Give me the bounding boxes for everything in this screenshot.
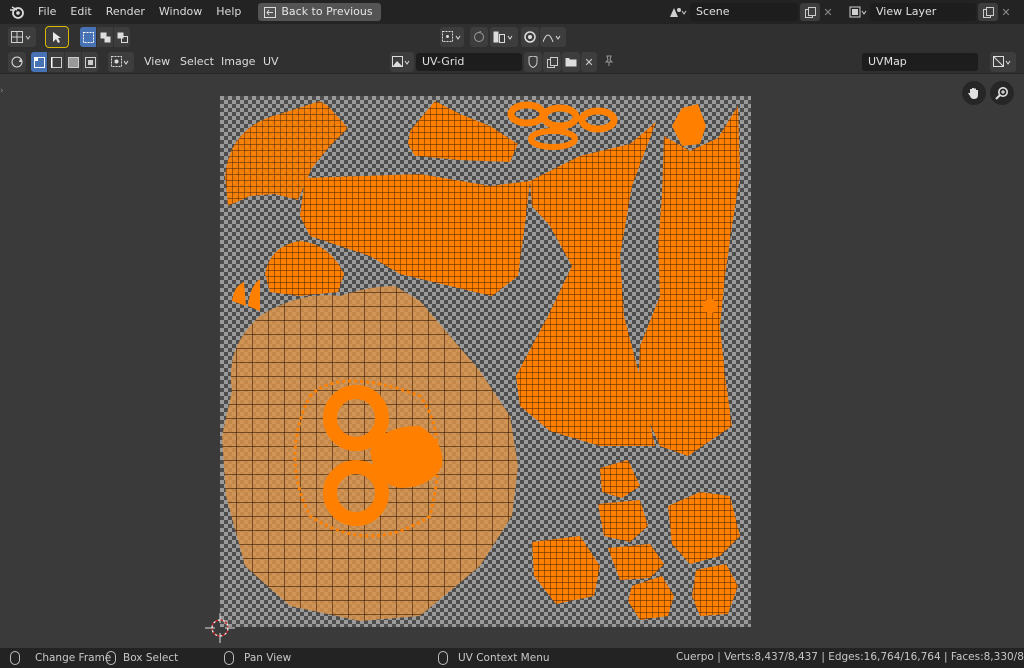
uv-island (528, 128, 578, 150)
edge-select-button[interactable] (48, 52, 64, 72)
snap-icon[interactable] (490, 27, 518, 47)
toolbar-expand-arrow[interactable]: › (0, 86, 7, 98)
uv-island (516, 122, 656, 446)
uv-island (628, 576, 674, 620)
blender-logo[interactable] (7, 2, 27, 22)
new-image-button[interactable] (543, 52, 561, 72)
mouse-icon (438, 651, 448, 665)
fake-user-shield-icon[interactable] (524, 52, 542, 72)
menu-window[interactable]: Window (152, 2, 209, 22)
zoom-icon[interactable] (990, 81, 1014, 105)
uv-island (600, 460, 640, 498)
back-to-previous-button[interactable]: Back to Previous (258, 3, 381, 21)
view-layer-selector: View Layer ✕ (846, 2, 1014, 22)
scene-icon[interactable] (666, 3, 690, 21)
menu-help[interactable]: Help (209, 2, 248, 22)
select-arrow-icon[interactable] (45, 26, 69, 48)
menu-render[interactable]: Render (99, 2, 152, 22)
menu-view[interactable]: View (144, 52, 170, 72)
sync-selection-button[interactable] (470, 27, 488, 47)
uv-island (408, 101, 518, 162)
menu-image[interactable]: Image (221, 52, 255, 72)
editor-header: View Select Image UV UV-Grid ✕ UVMap (0, 49, 1024, 74)
open-image-folder-icon[interactable] (562, 52, 580, 72)
uv-island (703, 299, 717, 313)
select-mode-new-button[interactable] (80, 27, 96, 47)
select-mode-subtract-button[interactable] (114, 27, 130, 47)
mouse-icon (224, 651, 234, 665)
uv-island (692, 564, 738, 616)
uv-island (540, 104, 580, 130)
editor-tool-header (0, 24, 1024, 49)
pivot-icon[interactable] (440, 27, 464, 47)
uv-context-menu-label: UV Context Menu (458, 652, 550, 664)
uv-island (608, 544, 664, 580)
pan-view-label: Pan View (244, 652, 292, 664)
uvmap-field[interactable]: UVMap (862, 53, 978, 71)
uv-islands (222, 101, 740, 621)
island-select-button[interactable] (82, 52, 98, 72)
back-to-previous-label: Back to Previous (281, 5, 373, 18)
uv-island (222, 286, 518, 621)
uv-island (532, 536, 600, 604)
uv-island (507, 101, 547, 127)
sticky-mode-icon[interactable] (108, 52, 134, 72)
top-menu-bar: File Edit Render Window Help Back to Pre… (0, 0, 1024, 24)
uv-island (232, 282, 246, 306)
menu-file[interactable]: File (31, 2, 63, 22)
image-name-field[interactable]: UV-Grid (416, 53, 522, 71)
menu-uv[interactable]: UV (263, 52, 279, 72)
mouse-icon (10, 651, 20, 665)
delete-view-layer-button[interactable]: ✕ (998, 3, 1014, 21)
menu-edit[interactable]: Edit (63, 2, 98, 22)
scene-name-field[interactable]: Scene (690, 3, 798, 21)
status-context-menu: UV Context Menu (438, 651, 550, 665)
menu-select[interactable]: Select (180, 52, 214, 72)
scene-statistics: Cuerpo | Verts:8,437/8,437 | Edges:16,76… (676, 651, 1024, 663)
new-scene-button[interactable] (800, 3, 820, 21)
proportional-icon[interactable] (521, 27, 539, 47)
face-select-button[interactable] (65, 52, 81, 72)
status-pan-view: Pan View (224, 651, 291, 665)
editor-type-icon[interactable] (8, 27, 36, 47)
hand-icon[interactable] (962, 81, 986, 105)
new-view-layer-button[interactable] (978, 3, 998, 21)
uv-editor-viewport[interactable]: › (0, 74, 1024, 648)
proportional-falloff-icon[interactable] (540, 27, 566, 47)
uv-island (668, 492, 740, 564)
pin-icon[interactable] (602, 54, 616, 68)
select-mode-extend-button[interactable] (97, 27, 113, 47)
uv-grid-image[interactable] (220, 96, 751, 627)
view-layer-name-field[interactable]: View Layer (870, 3, 976, 21)
delete-scene-button[interactable]: ✕ (820, 3, 836, 21)
cursor-icon[interactable] (205, 613, 235, 643)
status-change-frame: Change Frame (10, 651, 111, 665)
back-icon (264, 6, 277, 18)
uv-island (598, 500, 648, 542)
uv-island (638, 106, 740, 456)
box-select-label: Box Select (123, 652, 179, 664)
mouse-icon (106, 651, 116, 665)
uv-island (248, 279, 260, 311)
overlay-options-icon[interactable] (990, 52, 1016, 72)
status-bar: Change Frame Box Select Pan View UV Cont… (0, 648, 1024, 668)
unlink-image-button[interactable]: ✕ (581, 52, 597, 72)
sticky-selection-icon[interactable] (8, 52, 26, 72)
change-frame-label: Change Frame (35, 652, 112, 664)
vertex-select-button[interactable] (31, 52, 47, 72)
uv-island (672, 104, 706, 146)
scene-selector: Scene ✕ (666, 2, 836, 22)
uv-island (578, 107, 618, 133)
uv-island (265, 241, 344, 296)
image-browse-icon[interactable] (390, 52, 414, 72)
status-box-select: Box Select (106, 651, 178, 665)
view-layer-icon[interactable] (846, 3, 870, 21)
